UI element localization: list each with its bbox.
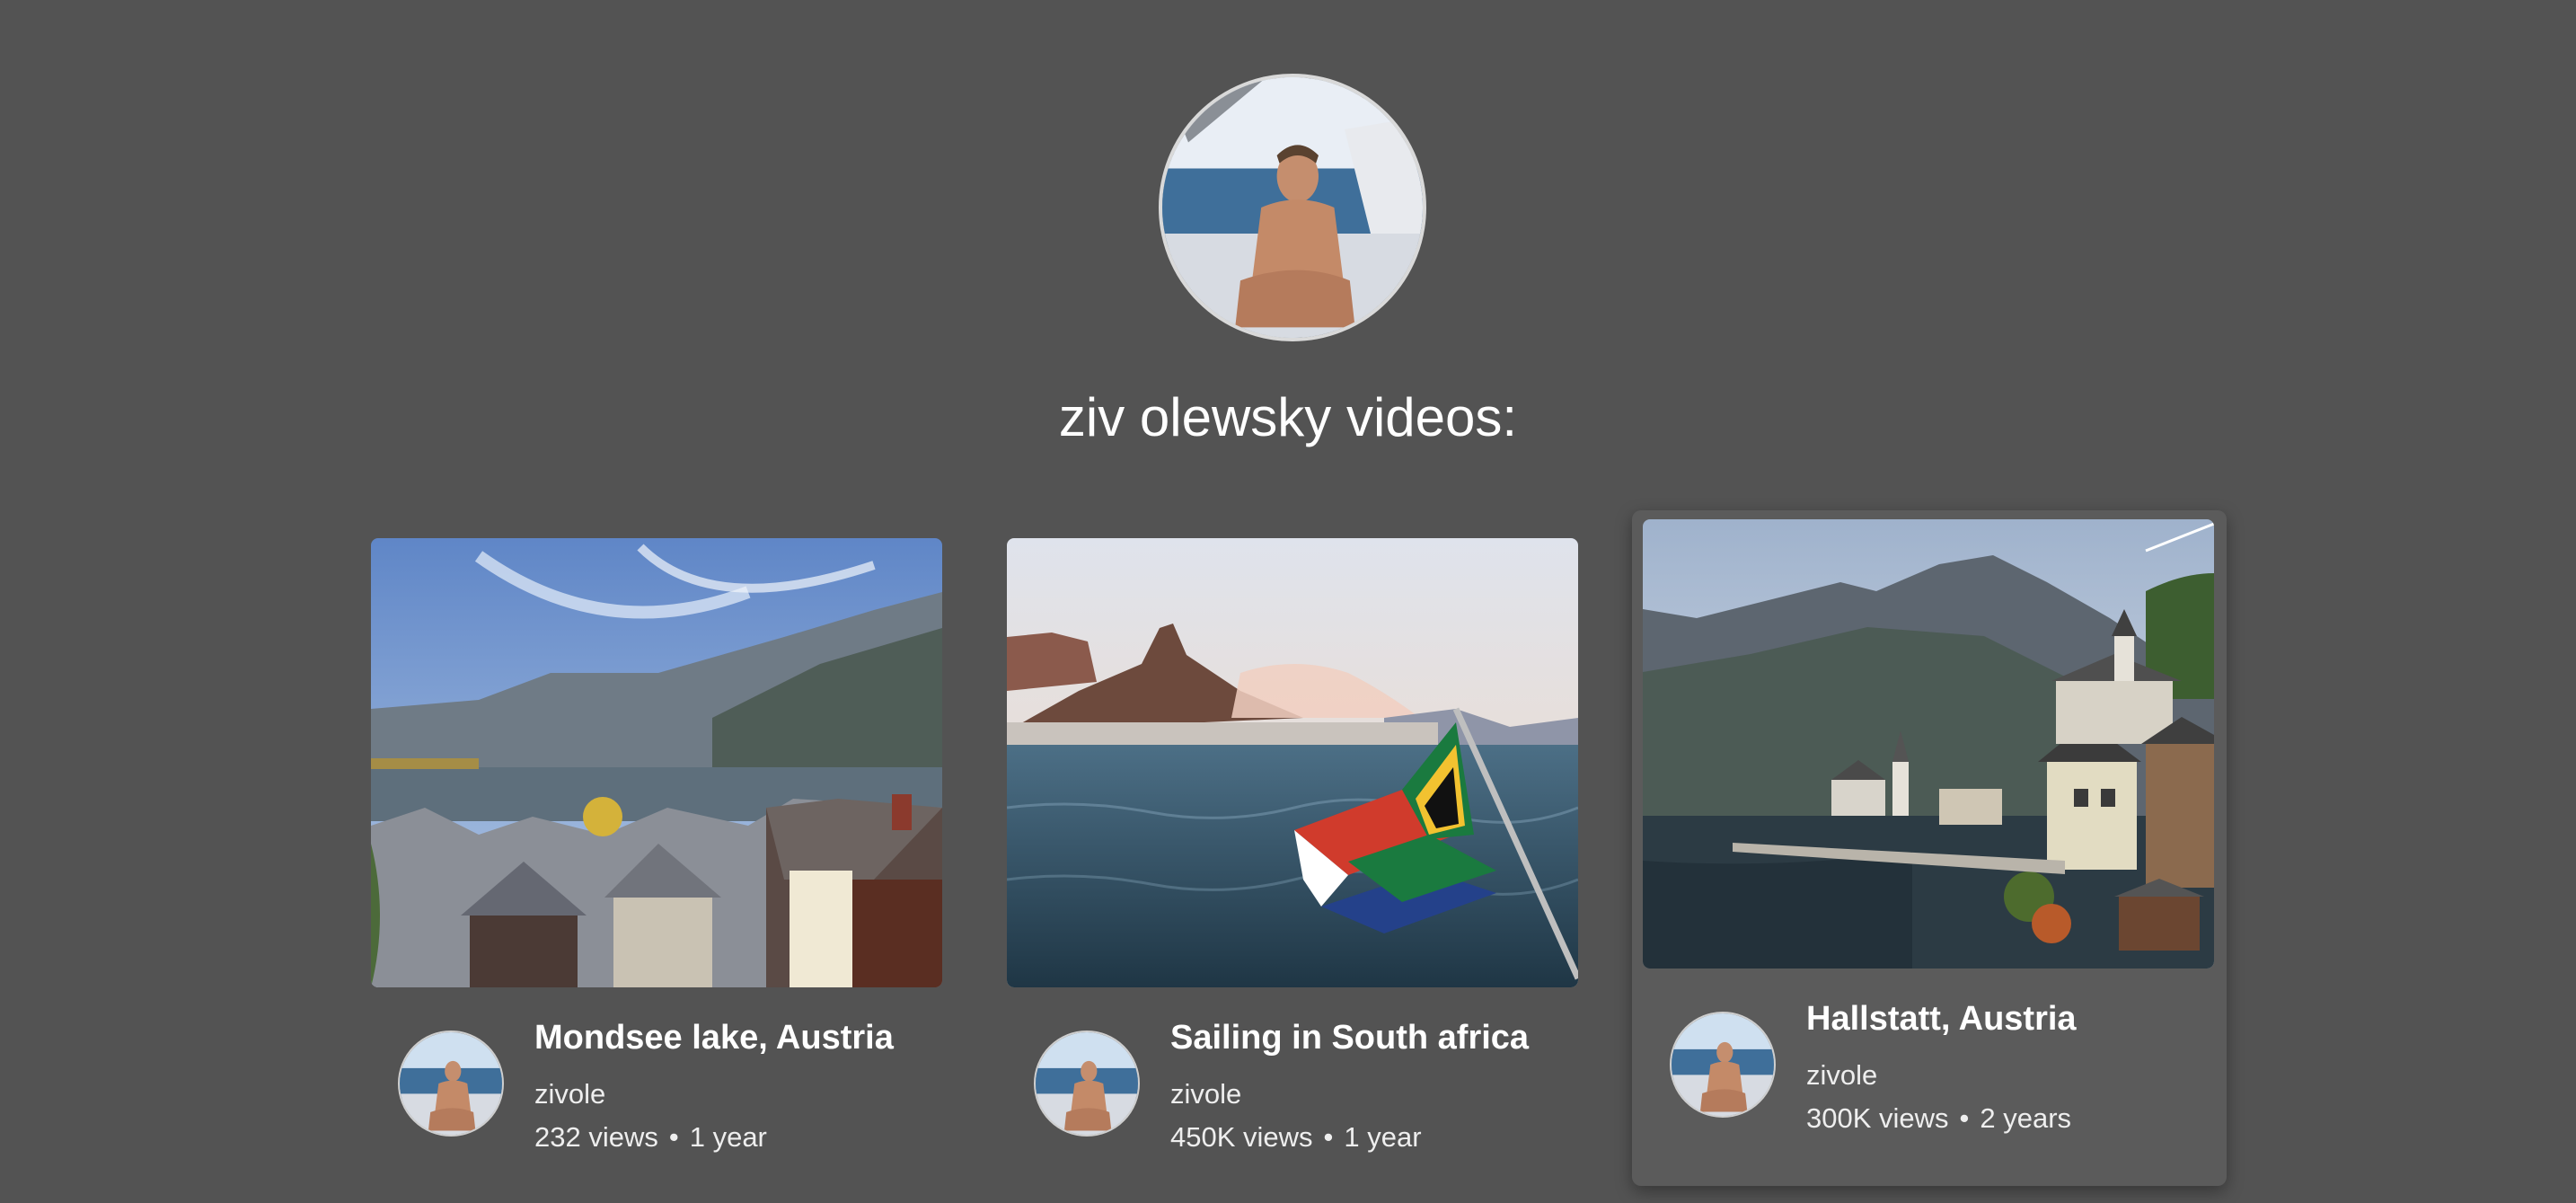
view-count: 450K views [1170, 1121, 1313, 1153]
view-count: 300K views [1806, 1102, 1949, 1134]
video-meta: 450K views • 1 year [1170, 1115, 1422, 1160]
video-title[interactable]: Mondsee lake, Austria [534, 1013, 894, 1063]
flag-sea-thumbnail-icon [1007, 538, 1578, 987]
video-card[interactable]: Mondsee lake, Austria zivole 232 views • 1… [371, 538, 942, 1203]
video-card[interactable]: Hallstatt, Austria zivole 300K views • 2 y… [1632, 510, 2227, 1186]
video-thumbnail[interactable] [1007, 538, 1578, 987]
separator-dot: • [1323, 1121, 1334, 1153]
channel-avatar[interactable] [1034, 1031, 1140, 1137]
video-title[interactable]: Sailing in South africa [1170, 1013, 1529, 1063]
profile-avatar[interactable] [1159, 74, 1426, 341]
channel-name[interactable]: zivole [534, 1072, 605, 1117]
upload-age: 1 year [1344, 1121, 1422, 1153]
avatar-icon [400, 1032, 502, 1135]
lakeside-village-thumbnail-icon [1643, 519, 2214, 969]
view-count: 232 views [534, 1121, 658, 1153]
upload-age: 2 years [1980, 1102, 2072, 1134]
avatar-icon [1672, 1013, 1774, 1116]
profile-photo-icon [1162, 77, 1423, 338]
separator-dot: • [1959, 1102, 1970, 1134]
channel-name[interactable]: zivole [1806, 1053, 1877, 1098]
separator-dot: • [668, 1121, 679, 1153]
video-meta: 300K views • 2 years [1806, 1096, 2071, 1141]
video-meta: 232 views • 1 year [534, 1115, 767, 1160]
video-title[interactable]: Hallstatt, Austria [1806, 994, 2077, 1044]
upload-age: 1 year [689, 1121, 767, 1153]
page-title: ziv olewsky videos: [1058, 387, 1518, 447]
video-thumbnail[interactable] [1643, 519, 2214, 969]
channel-avatar[interactable] [1670, 1012, 1776, 1118]
video-thumbnail[interactable] [371, 538, 942, 987]
lake-village-thumbnail-icon [371, 538, 942, 987]
channel-name[interactable]: zivole [1170, 1072, 1241, 1117]
channel-avatar[interactable] [398, 1031, 504, 1137]
video-card[interactable]: Sailing in South africa zivole 450K view… [1007, 538, 1578, 1203]
avatar-icon [1036, 1032, 1138, 1135]
